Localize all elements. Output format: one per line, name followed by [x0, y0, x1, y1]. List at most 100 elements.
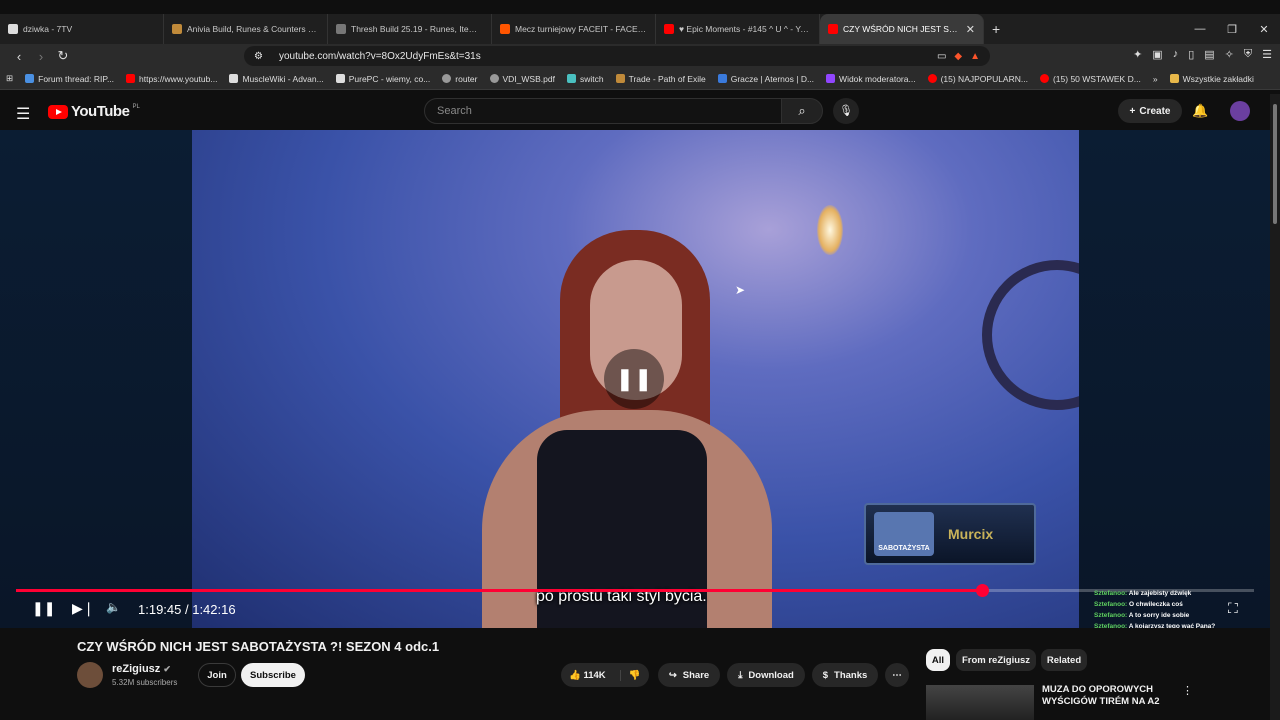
search-button[interactable]: ⌕	[781, 98, 823, 124]
mouse-cursor-icon: ➤	[735, 283, 746, 297]
bookmark-item[interactable]: PurePC - wiemy, co...	[335, 74, 430, 84]
restore-icon[interactable]: ❐	[1216, 23, 1248, 36]
watermark-name: Murcix	[948, 526, 994, 542]
bookmark-favicon	[25, 74, 35, 83]
browser-tab[interactable]: dziwka - 7TV	[0, 14, 164, 44]
notifications-bell-icon[interactable]: 🔔	[1192, 103, 1208, 119]
vpn-icon[interactable]: ⛨	[1244, 48, 1252, 61]
menu-icon[interactable]: ☰	[1262, 48, 1272, 61]
related-more-icon[interactable]: ⋮	[1182, 684, 1193, 697]
bookmark-item[interactable]: Widok moderatora...	[826, 74, 916, 84]
reload-icon[interactable]: ↻	[52, 48, 74, 64]
download-button[interactable]: ⤓ Download	[727, 663, 805, 687]
chat-message: Sztefanoo: O chwileczka coś	[1094, 599, 1270, 610]
progress-bar[interactable]	[16, 584, 1254, 597]
extension-icon[interactable]: ▣	[1152, 48, 1162, 61]
thanks-button[interactable]: $ Thanks	[812, 663, 878, 687]
forward-icon[interactable]: ›	[30, 49, 52, 64]
video-info-section: CZY WŚRÓD NICH JEST SABOTAŻYSTA ?! SEZON…	[0, 628, 1270, 720]
center-pause-icon[interactable]: ❚❚	[604, 349, 664, 409]
all-bookmarks[interactable]: Wszystkie zakładki	[1169, 74, 1254, 84]
browser-tab[interactable]: ♥ Epic Moments - #145 ^ U ^ - YouTube	[656, 14, 820, 44]
bookmark-item[interactable]: VDI_WSB.pdf	[489, 74, 555, 84]
next-video-icon[interactable]: ▶❘	[72, 600, 95, 617]
bookmark-item[interactable]: https://www.youtub...	[126, 74, 217, 84]
create-button[interactable]: + Create	[1118, 99, 1182, 123]
bookmark-item[interactable]: (15) 50 WSTAWEK D...	[1039, 74, 1141, 84]
chat-username: Sztefanoo:	[1094, 601, 1128, 608]
browser-tab[interactable]: Thresh Build 25.19 - Runes, Items, Co	[328, 14, 492, 44]
more-actions-button[interactable]: ⋯	[885, 663, 909, 687]
voice-search-button[interactable]: 🎙	[833, 98, 859, 124]
bookmark-item[interactable]: router	[442, 74, 478, 84]
cast-icon[interactable]: ▭	[937, 51, 946, 62]
browser-tab-bar: dziwka - 7TV Anivia Build, Runes & Count…	[0, 14, 1280, 44]
page-scrollbar[interactable]	[1270, 94, 1280, 720]
bookmark-item[interactable]: Trade - Path of Exile	[615, 74, 706, 84]
browser-tab-active[interactable]: CZY WŚRÓD NICH JEST SABOTAŻYSTA✕	[820, 14, 984, 44]
wallet-icon[interactable]: ▤	[1204, 48, 1214, 61]
search-icon: ⌕	[798, 103, 806, 118]
related-video-title[interactable]: MUZA DO OPOROWYCH WYŚCIGÓW TIRÉM NA A2	[1042, 684, 1162, 708]
bookmark-item[interactable]: switch	[566, 74, 604, 84]
browser-tab[interactable]: Mecz turniejowy FACEIT - FACEIT.com	[492, 14, 656, 44]
bookmark-favicon	[442, 74, 452, 83]
related-video-thumbnail[interactable]	[926, 685, 1034, 720]
bookmark-favicon	[126, 74, 136, 83]
site-info-icon[interactable]: ⚙	[254, 51, 263, 62]
close-tab-icon[interactable]: ✕	[966, 23, 975, 36]
leo-icon[interactable]: ✧	[1225, 48, 1234, 61]
download-icon: ⤓	[738, 669, 743, 681]
close-window-icon[interactable]: ✕	[1248, 23, 1280, 36]
bookmark-favicon	[229, 74, 239, 83]
bookmark-item[interactable]: (15) NAJPOPULARN...	[927, 74, 1028, 84]
scrollbar-thumb[interactable]	[1273, 104, 1277, 224]
new-tab-icon[interactable]: +	[984, 21, 1008, 37]
bookmark-item[interactable]: MuscleWiki - Advan...	[229, 74, 324, 84]
chip-from-channel[interactable]: From reZigiusz	[956, 649, 1036, 671]
brave-rewards-icon[interactable]: ▲	[970, 51, 980, 62]
sidebar-icon[interactable]: ▯	[1188, 48, 1194, 61]
more-bookmarks-icon[interactable]: »	[1153, 74, 1158, 84]
progress-fill	[16, 589, 982, 592]
youtube-logo[interactable]: YouTube PL	[48, 103, 140, 120]
player-right-letterbox	[1079, 130, 1270, 628]
hamburger-menu-icon[interactable]: ☰	[16, 104, 30, 124]
video-player[interactable]: SABOTAŻYSTA Murcix ❚❚ ➤ po prostu taki s…	[0, 130, 1270, 628]
like-button[interactable]: 👍 114K	[569, 670, 606, 681]
address-bar[interactable]: ⚙ youtube.com/watch?v=8Ox2UdyFmEs&t=31s …	[244, 46, 990, 66]
chip-related[interactable]: Related	[1041, 649, 1087, 671]
brave-shield-icon[interactable]: ◆	[954, 51, 962, 62]
volume-icon[interactable]: 🔈	[106, 600, 121, 614]
search-input[interactable]: Search	[424, 98, 782, 124]
account-avatar[interactable]	[1230, 101, 1250, 121]
chat-text: Ale zajebisty dźwięk	[1127, 590, 1192, 597]
player-controls: ❚❚ ▶❘ 🔈 1:19:45 / 1:42:16 ⛶	[0, 600, 1270, 622]
back-icon[interactable]: ‹	[8, 49, 30, 64]
bookmark-item[interactable]: Gracze | Aternos | D...	[717, 74, 814, 84]
progress-scrubber[interactable]	[975, 584, 989, 597]
channel-name[interactable]: reZigiusz ✔	[112, 663, 171, 675]
join-button[interactable]: Join	[198, 663, 236, 687]
bookmark-favicon	[489, 74, 499, 83]
apps-icon[interactable]: ⊞	[6, 73, 13, 84]
pause-icon[interactable]: ❚❚	[32, 600, 55, 617]
plus-icon: +	[1129, 105, 1136, 117]
subscribe-button[interactable]: Subscribe	[241, 663, 305, 687]
share-button[interactable]: ↪ Share	[658, 663, 720, 687]
dislike-button[interactable]: 👎	[619, 669, 641, 681]
chat-username: Sztefanoo:	[1094, 590, 1128, 597]
bookmark-item[interactable]: Forum thread: RIP...	[25, 74, 114, 84]
browser-tab[interactable]: Anivia Build, Runes & Counters Guide	[164, 14, 328, 44]
channel-avatar[interactable]	[77, 662, 103, 688]
share-icon: ↪	[668, 669, 677, 681]
extension-icon[interactable]: ✦	[1133, 48, 1142, 61]
chat-username: Sztefanoo:	[1094, 612, 1128, 619]
tab-favicon	[8, 24, 18, 34]
video-frame[interactable]: SABOTAŻYSTA Murcix ❚❚ ➤	[192, 130, 1079, 628]
chip-all[interactable]: All	[926, 649, 950, 671]
music-icon[interactable]: ♪	[1173, 48, 1179, 61]
minimize-icon[interactable]: —	[1184, 23, 1216, 35]
chat-message: Sztefanoo: Ale zajebisty dźwięk	[1094, 588, 1270, 599]
time-display: 1:19:45 / 1:42:16	[138, 602, 236, 617]
